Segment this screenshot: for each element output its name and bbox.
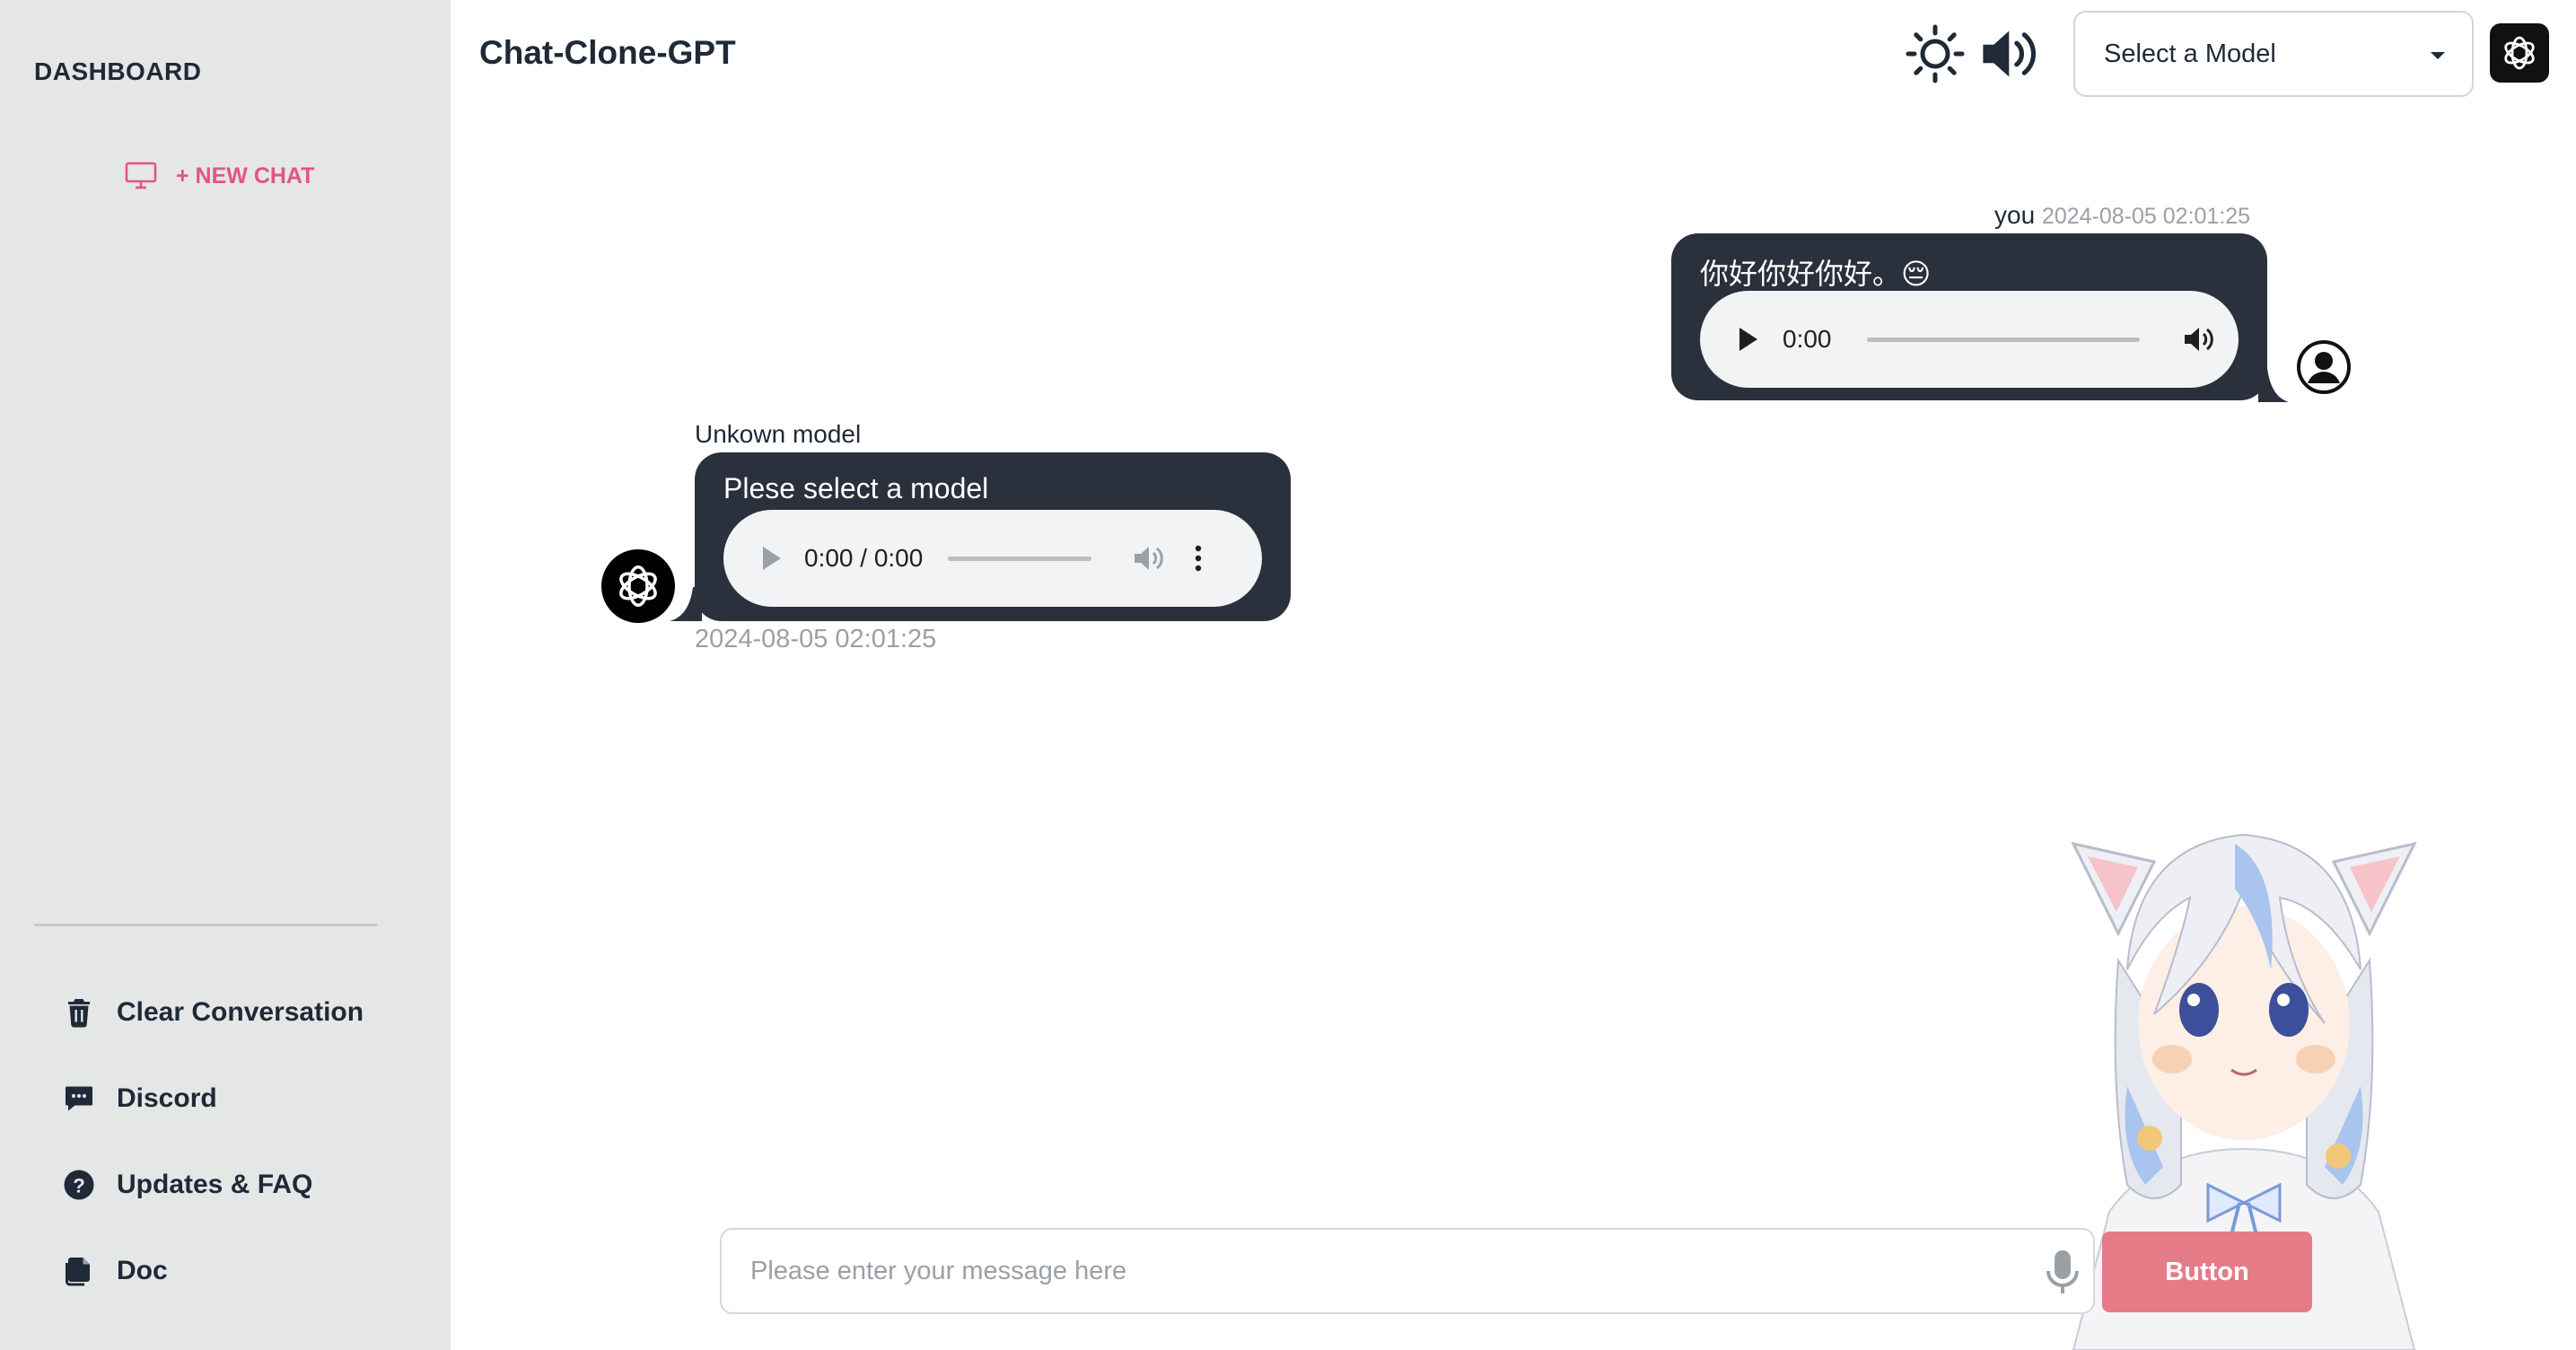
- sidebar-item-updates-faq[interactable]: ? Updates & FAQ: [63, 1163, 364, 1206]
- assistant-audio-player[interactable]: 0:00 / 0:00: [723, 510, 1262, 607]
- sidebar-item-label: Discord: [117, 1083, 217, 1113]
- assistant-message-text: Plese select a model: [723, 472, 989, 504]
- volume-icon[interactable]: [1133, 544, 1165, 573]
- audio-seek-bar[interactable]: [948, 556, 1092, 561]
- volume-icon[interactable]: [2183, 325, 2215, 354]
- documents-icon: [66, 1258, 90, 1286]
- sidebar-item-clear-conversation[interactable]: Clear Conversation: [63, 991, 364, 1034]
- play-icon[interactable]: [763, 547, 781, 570]
- openai-logo-icon: [2504, 36, 2535, 70]
- model-select[interactable]: Select a Model: [2073, 11, 2474, 97]
- trash-icon: [68, 999, 90, 1028]
- chat-bubble-icon: [66, 1086, 92, 1111]
- sidebar-item-discord[interactable]: Discord: [63, 1077, 364, 1120]
- sidebar-menu: Clear Conversation Discord ? Updates & F…: [63, 991, 364, 1336]
- new-chat-label: + NEW CHAT: [176, 162, 315, 188]
- message-sender: you: [1994, 201, 2036, 229]
- app-title: Chat-Clone-GPT: [479, 34, 736, 71]
- sidebar-title: DASHBOARD: [34, 57, 202, 85]
- user-avatar-icon: [2297, 340, 2351, 394]
- openai-logo-icon: [619, 565, 657, 607]
- message-timestamp: 2024-08-05 02:01:25: [2041, 204, 2251, 229]
- speaker-volume-icon[interactable]: [1980, 23, 2041, 84]
- message-input-container: [720, 1228, 2095, 1314]
- sidebar-divider: [34, 924, 377, 926]
- monitor-icon: [125, 162, 157, 189]
- more-options-icon[interactable]: [1194, 544, 1203, 573]
- sidebar: DASHBOARD + NEW CHAT Clear Conversation …: [0, 0, 451, 1350]
- caret-down-icon: [2431, 52, 2445, 59]
- assistant-message-timestamp: 2024-08-05 02:01:25: [695, 625, 937, 653]
- model-select-value: Select a Model: [2104, 39, 2276, 68]
- question-circle-icon: ?: [64, 1170, 94, 1200]
- audio-time: 0:00: [1783, 325, 1832, 353]
- audio-seek-bar[interactable]: [1867, 337, 2140, 342]
- user-message-meta: you 2024-08-05 02:01:25: [1994, 201, 2250, 230]
- play-icon[interactable]: [1739, 328, 1757, 351]
- microphone-icon[interactable]: [2043, 1248, 2082, 1296]
- sidebar-item-label: Updates & FAQ: [117, 1170, 313, 1199]
- bubble-tail: [2258, 368, 2289, 402]
- message-input[interactable]: [750, 1230, 1989, 1312]
- assistant-avatar: [601, 549, 675, 623]
- send-button[interactable]: Button: [2102, 1232, 2312, 1312]
- new-chat-button[interactable]: + NEW CHAT: [124, 158, 314, 194]
- sidebar-item-doc[interactable]: Doc: [63, 1249, 364, 1293]
- openai-logo-button[interactable]: [2490, 23, 2549, 83]
- sun-icon[interactable]: [1905, 23, 1966, 84]
- sidebar-item-label: Doc: [117, 1256, 168, 1285]
- assistant-message-sender: Unkown model: [695, 420, 862, 448]
- audio-time: 0:00 / 0:00: [804, 544, 924, 572]
- svg-text:?: ?: [73, 1174, 85, 1197]
- user-message-text: 你好你好你好。😔: [1700, 258, 1932, 290]
- user-audio-player[interactable]: 0:00: [1700, 291, 2239, 388]
- sidebar-item-label: Clear Conversation: [117, 997, 364, 1027]
